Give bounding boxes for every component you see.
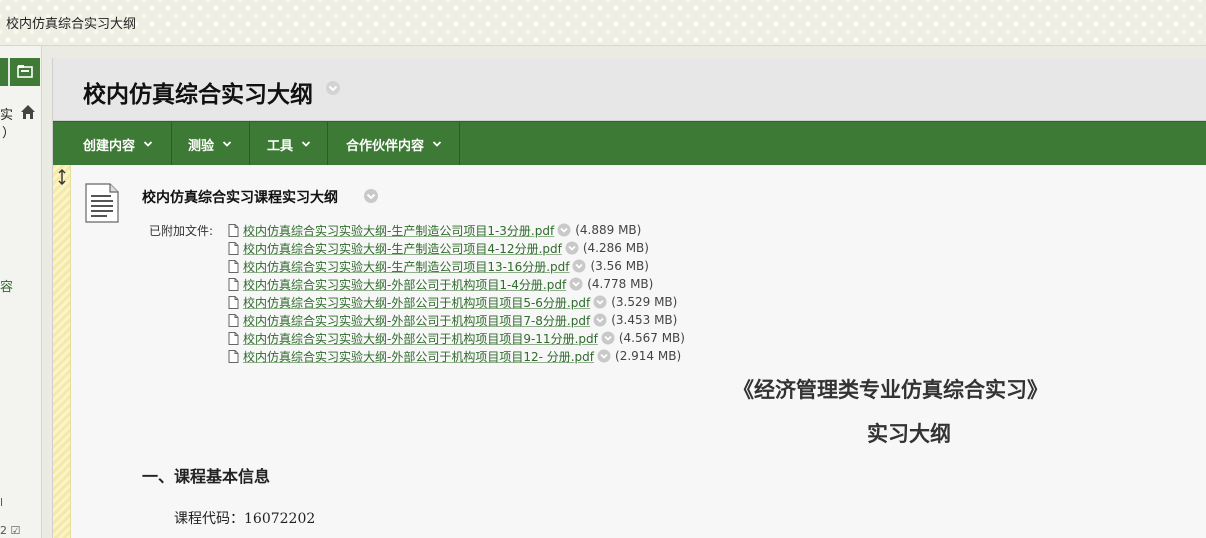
sidebar-bottom-fragment: l — [0, 496, 4, 509]
attached-file-link[interactable]: 校内仿真综合实习实验大纲-外部公司于机构项目项目7-8分册.pdf — [243, 312, 590, 329]
document-icon — [85, 183, 119, 223]
file-size: (4.286 MB) — [582, 241, 649, 255]
attached-file-link[interactable]: 校内仿真综合实习实验大纲-外部公司于机构项目项目9-11分册.pdf — [243, 330, 598, 347]
tests-menu-button[interactable]: 测验 — [172, 122, 250, 166]
reorder-rail[interactable] — [53, 165, 71, 538]
chevron-down-icon[interactable] — [565, 241, 579, 255]
chevron-down-icon[interactable] — [363, 188, 379, 204]
file-size: (3.56 MB) — [590, 259, 649, 273]
sidebar-course-name-fragment[interactable]: 实 — [0, 104, 13, 123]
syllabus-subtitle: 实习大纲 — [867, 421, 951, 446]
section-heading: 一、课程基本信息 — [142, 467, 271, 486]
attached-file-row: 校内仿真综合实习实验大纲-外部公司于机构项目项目7-8分册.pdf (3.453… — [228, 311, 677, 329]
sidebar-bottom-fragment-2: 2 ☑ — [0, 524, 21, 537]
file-icon — [228, 241, 239, 255]
menu-label: 测验 — [188, 138, 215, 154]
attached-file-row: 校内仿真综合实习实验大纲-生产制造公司项目13-16分册.pdf (3.56 M… — [228, 257, 649, 275]
chevron-down-icon[interactable] — [572, 259, 586, 273]
chevron-down-icon — [432, 141, 442, 147]
attached-file-link[interactable]: 校内仿真综合实习实验大纲-生产制造公司项目13-16分册.pdf — [243, 258, 569, 275]
content-panel: 校内仿真综合实习大纲 创建内容 测验 工具 合作伙伴内容 校内仿真综合实习课程实… — [52, 58, 1206, 538]
content-item-title: 校内仿真综合实习课程实习大纲 — [142, 190, 338, 206]
tools-menu-button[interactable]: 工具 — [250, 122, 328, 166]
attached-files-label: 已附加文件: — [149, 224, 214, 238]
file-size: (2.914 MB) — [615, 349, 682, 363]
chevron-down-icon — [222, 141, 232, 147]
sidebar-toolbar-divider — [8, 58, 10, 86]
folder-icon[interactable] — [17, 64, 33, 78]
banner-title: 校内仿真综合实习大纲 — [6, 17, 137, 32]
attached-file-link[interactable]: 校内仿真综合实习实验大纲-生产制造公司项目1-3分册.pdf — [243, 222, 554, 239]
chevron-down-icon[interactable] — [557, 223, 571, 237]
file-icon — [228, 259, 239, 273]
attached-file-link[interactable]: 校内仿真综合实习实验大纲-外部公司于机构项目项目5-6分册.pdf — [243, 294, 590, 311]
course-code: 课程代码：16072202 — [174, 511, 316, 527]
menu-label: 合作伙伴内容 — [346, 138, 425, 154]
menu-label: 创建内容 — [83, 138, 136, 154]
file-size: (4.778 MB) — [587, 277, 654, 291]
file-size: (4.889 MB) — [575, 223, 642, 237]
attached-file-row: 校内仿真综合实习实验大纲-生产制造公司项目1-3分册.pdf (4.889 MB… — [228, 221, 641, 239]
home-icon[interactable] — [20, 104, 36, 120]
chevron-down-icon[interactable] — [597, 349, 611, 363]
chevron-down-icon[interactable] — [593, 295, 607, 309]
file-icon — [228, 295, 239, 309]
sidebar-toolbar — [0, 58, 40, 86]
file-icon — [228, 277, 239, 291]
file-size: (3.529 MB) — [611, 295, 678, 309]
partner-content-menu-button[interactable]: 合作伙伴内容 — [328, 122, 460, 166]
page-title: 校内仿真综合实习大纲 — [83, 82, 313, 108]
chevron-down-icon[interactable] — [325, 80, 341, 96]
file-icon — [228, 349, 239, 363]
menu-label: 工具 — [267, 138, 294, 154]
attached-file-row: 校内仿真综合实习实验大纲-外部公司于机构项目项目5-6分册.pdf (3.529… — [228, 293, 677, 311]
page-header: 校内仿真综合实习大纲 — [53, 58, 1206, 121]
file-size: (4.567 MB) — [618, 331, 685, 345]
chevron-down-icon — [301, 141, 311, 147]
chevron-down-icon — [143, 141, 153, 147]
content-body: 校内仿真综合实习课程实习大纲 已附加文件: 校内仿真综合实习实验大纲-生产制造公… — [53, 165, 1206, 538]
file-size: (3.453 MB) — [611, 313, 678, 327]
file-icon — [228, 223, 239, 237]
create-content-menu-button[interactable]: 创建内容 — [53, 122, 172, 166]
sidebar-course-name-fragment-2[interactable]: ） — [2, 122, 15, 141]
attached-file-link[interactable]: 校内仿真综合实习实验大纲-外部公司于机构项目项目12- 分册.pdf — [243, 348, 594, 365]
chevron-down-icon[interactable] — [569, 277, 583, 291]
chevron-down-icon[interactable] — [601, 331, 615, 345]
sidebar-link-fragment[interactable]: 容 — [0, 276, 13, 295]
file-icon — [228, 313, 239, 327]
attached-file-row: 校内仿真综合实习实验大纲-外部公司于机构项目项目12- 分册.pdf (2.91… — [228, 347, 681, 365]
attached-file-link[interactable]: 校内仿真综合实习实验大纲-外部公司于机构项目1-4分册.pdf — [243, 276, 566, 293]
attached-file-link[interactable]: 校内仿真综合实习实验大纲-生产制造公司项目4-12分册.pdf — [243, 240, 562, 257]
attached-file-row: 校内仿真综合实习实验大纲-外部公司于机构项目1-4分册.pdf (4.778 M… — [228, 275, 653, 293]
drag-handle-icon[interactable] — [56, 169, 68, 185]
top-banner: 校内仿真综合实习大纲 — [0, 0, 1206, 46]
chevron-down-icon[interactable] — [593, 313, 607, 327]
action-bar: 创建内容 测验 工具 合作伙伴内容 — [53, 121, 1206, 166]
syllabus-title: 《经济管理类专业仿真综合实习》 — [733, 377, 1048, 402]
file-icon — [228, 331, 239, 345]
attached-file-row: 校内仿真综合实习实验大纲-外部公司于机构项目项目9-11分册.pdf (4.56… — [228, 329, 685, 347]
attached-file-row: 校内仿真综合实习实验大纲-生产制造公司项目4-12分册.pdf (4.286 M… — [228, 239, 649, 257]
